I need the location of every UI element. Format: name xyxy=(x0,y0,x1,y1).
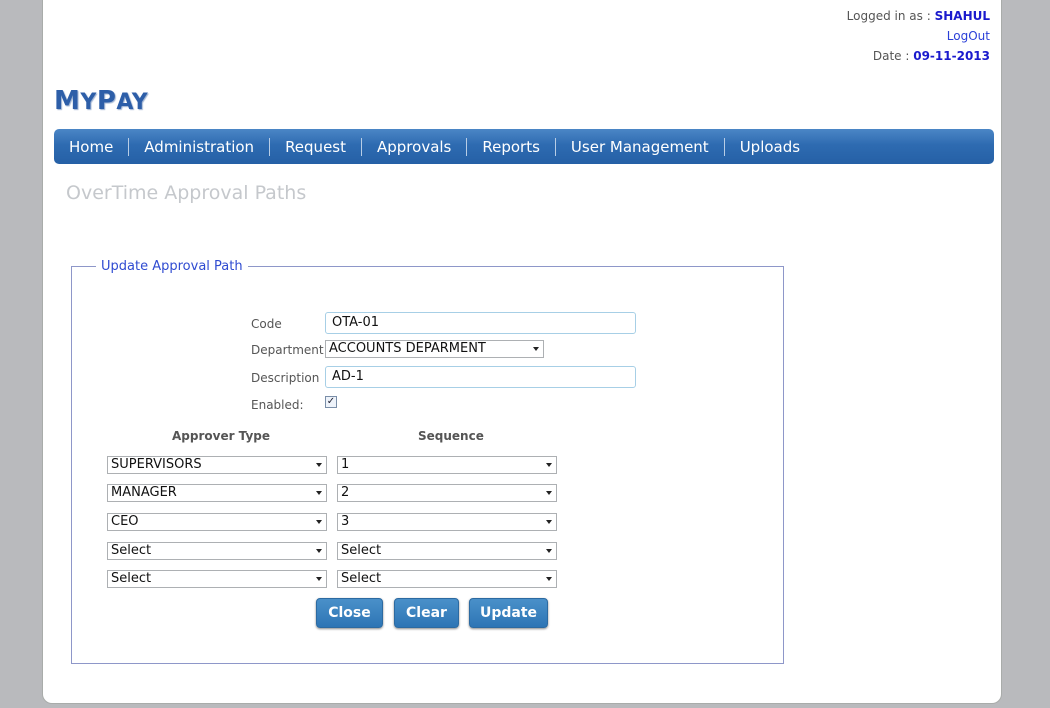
close-button[interactable]: Close xyxy=(316,598,383,628)
nav-reports[interactable]: Reports xyxy=(467,138,555,156)
nav-administration[interactable]: Administration xyxy=(129,138,269,156)
approver-type-select-3[interactable]: CEO xyxy=(107,513,327,531)
approver-type-value: SUPERVISORS xyxy=(111,457,202,472)
approver-type-value: Select xyxy=(111,543,152,558)
enabled-label: Enabled: xyxy=(251,398,304,412)
approver-type-value: CEO xyxy=(111,514,139,529)
approver-type-select-4[interactable]: Select xyxy=(107,542,327,560)
main-nav: Home Administration Request Approvals Re… xyxy=(54,129,994,164)
nav-home[interactable]: Home xyxy=(54,138,128,156)
nav-approvals[interactable]: Approvals xyxy=(362,138,466,156)
department-label: Department xyxy=(251,343,324,357)
username: SHAHUL xyxy=(934,9,990,23)
sequence-select-1[interactable]: 1 xyxy=(337,456,557,474)
date-label: Date : xyxy=(872,49,910,63)
update-button[interactable]: Update xyxy=(469,598,548,628)
sequence-select-3[interactable]: 3 xyxy=(337,513,557,531)
department-select[interactable]: ACCOUNTS DEPARMENT xyxy=(325,340,544,358)
sequence-header: Sequence xyxy=(418,429,484,443)
chevron-down-icon xyxy=(316,577,322,581)
chevron-down-icon xyxy=(316,463,322,467)
code-input[interactable]: OTA-01 xyxy=(325,312,636,334)
sequence-value: 3 xyxy=(341,514,350,529)
user-info: Logged in as : SHAHUL LogOut Date : 09-1… xyxy=(847,6,990,66)
nav-user-management[interactable]: User Management xyxy=(556,138,724,156)
form-legend: Update Approval Path xyxy=(101,259,243,274)
code-label: Code xyxy=(251,317,282,331)
department-selected: ACCOUNTS DEPARMENT xyxy=(329,341,486,356)
page-title: OverTime Approval Paths xyxy=(66,182,307,204)
approver-type-select-1[interactable]: SUPERVISORS xyxy=(107,456,327,474)
page-container: Logged in as : SHAHUL LogOut Date : 09-1… xyxy=(42,0,1002,704)
approver-type-header: Approver Type xyxy=(172,429,270,443)
nav-uploads[interactable]: Uploads xyxy=(725,138,815,156)
sequence-select-4[interactable]: Select xyxy=(337,542,557,560)
logout-link[interactable]: LogOut xyxy=(947,29,990,43)
approver-type-select-2[interactable]: MANAGER xyxy=(107,484,327,502)
description-label: Description xyxy=(251,371,320,385)
description-input[interactable]: AD-1 xyxy=(325,366,636,388)
chevron-down-icon xyxy=(546,520,552,524)
sequence-value: Select xyxy=(341,571,382,586)
current-date: 09-11-2013 xyxy=(913,49,990,63)
sequence-select-5[interactable]: Select xyxy=(337,570,557,588)
approver-type-value: Select xyxy=(111,571,152,586)
chevron-down-icon xyxy=(316,549,322,553)
approver-type-select-5[interactable]: Select xyxy=(107,570,327,588)
chevron-down-icon xyxy=(546,491,552,495)
sequence-value: Select xyxy=(341,543,382,558)
mypay-logo: MYPAY xyxy=(54,86,149,116)
logged-in-label: Logged in as : xyxy=(846,9,931,23)
sequence-select-2[interactable]: 2 xyxy=(337,484,557,502)
sequence-value: 2 xyxy=(341,485,350,500)
chevron-down-icon xyxy=(546,549,552,553)
approver-type-value: MANAGER xyxy=(111,485,177,500)
chevron-down-icon xyxy=(316,491,322,495)
sequence-value: 1 xyxy=(341,457,350,472)
chevron-down-icon xyxy=(316,520,322,524)
chevron-down-icon xyxy=(546,577,552,581)
chevron-down-icon xyxy=(546,463,552,467)
checkmark-icon: ✓ xyxy=(326,396,336,407)
enabled-checkbox[interactable]: ✓ xyxy=(325,396,337,408)
clear-button[interactable]: Clear xyxy=(394,598,459,628)
chevron-down-icon xyxy=(533,347,539,351)
nav-request[interactable]: Request xyxy=(270,138,361,156)
